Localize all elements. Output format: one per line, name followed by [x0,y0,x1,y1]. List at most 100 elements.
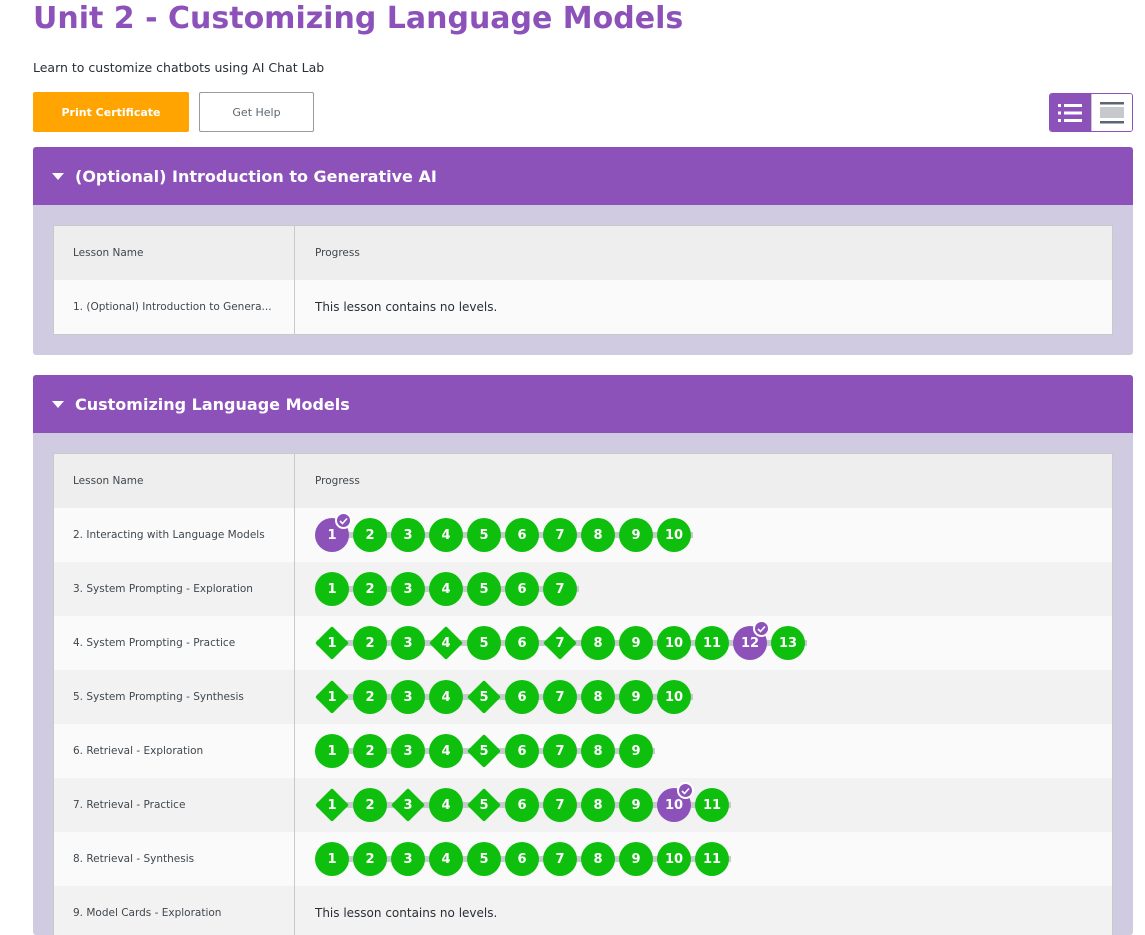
level-bubble[interactable]: 8 [581,842,615,876]
level-number: 7 [555,527,565,543]
level-bubble[interactable]: 10 [657,680,691,714]
list-view-button[interactable] [1050,94,1091,131]
level-bubble[interactable]: 7 [543,518,577,552]
level-bubble[interactable]: 4 [429,626,463,660]
level-bubble[interactable]: 10 [657,782,694,822]
level-bubble[interactable]: 1 [315,572,349,606]
caret-down-icon [52,400,64,408]
level-bubble[interactable]: 8 [581,680,615,714]
level-number: 13 [778,635,798,651]
level-bubble[interactable]: 3 [391,572,425,606]
level-bubble[interactable]: 2 [353,572,387,606]
level-bubble[interactable]: 6 [505,788,539,822]
section-header[interactable]: (Optional) Introduction to Generative AI [33,147,1133,205]
level-bubble[interactable]: 5 [467,680,501,714]
level-number: 4 [441,743,451,759]
progress-bubbles: 1 2 3 4 5 6 7 8 9 10 [315,680,695,714]
level-bubble[interactable]: 10 [657,518,691,552]
section-intro-generative-ai: (Optional) Introduction to Generative AI… [33,147,1133,355]
level-bubble[interactable]: 6 [505,626,539,660]
lesson-name-link[interactable]: 5. System Prompting - Synthesis [54,670,295,724]
level-bubble[interactable]: 8 [581,626,615,660]
level-bubble[interactable]: 9 [619,518,653,552]
level-number: 6 [517,851,527,867]
level-bubble[interactable]: 12 [733,620,770,660]
level-bubble[interactable]: 4 [429,572,463,606]
level-bubble[interactable]: 7 [543,572,577,606]
level-bubble[interactable]: 5 [467,572,501,606]
level-bubble[interactable]: 8 [581,734,615,768]
level-bubble[interactable]: 1 [315,842,349,876]
level-bubble[interactable]: 5 [467,734,501,768]
level-bubble[interactable]: 3 [391,626,425,660]
level-bubble[interactable]: 5 [467,626,501,660]
lesson-name-link[interactable]: 7. Retrieval - Practice [54,778,295,832]
level-bubble[interactable]: 9 [619,734,653,768]
level-bubble[interactable]: 7 [543,842,577,876]
lesson-name-link[interactable]: 3. System Prompting - Exploration [54,562,295,616]
level-bubble[interactable]: 9 [619,680,653,714]
level-bubble[interactable]: 10 [657,842,691,876]
level-bubble[interactable]: 4 [429,518,463,552]
level-bubble[interactable]: 3 [391,680,425,714]
level-bubble[interactable]: 6 [505,518,539,552]
level-bubble[interactable]: 1 [315,680,349,714]
level-bubble[interactable]: 4 [429,734,463,768]
level-bubble[interactable]: 2 [353,842,387,876]
level-bubble[interactable]: 1 [315,512,352,552]
level-bubble[interactable]: 11 [695,842,729,876]
lesson-name-link[interactable]: 8. Retrieval - Synthesis [54,832,295,886]
level-bubble[interactable]: 9 [619,842,653,876]
lesson-name-link[interactable]: 9. Model Cards - Exploration [54,886,295,935]
level-bubble[interactable]: 7 [543,626,577,660]
level-bubble[interactable]: 1 [315,626,349,660]
level-number: 4 [441,635,451,651]
print-certificate-button[interactable]: Print Certificate [33,92,189,132]
level-bubble[interactable]: 6 [505,842,539,876]
level-number: 2 [365,527,375,543]
level-bubble[interactable]: 9 [619,626,653,660]
level-number: 11 [702,851,722,867]
level-bubble[interactable]: 4 [429,788,463,822]
level-bubble[interactable]: 6 [505,572,539,606]
level-bubble[interactable]: 2 [353,734,387,768]
level-bubble[interactable]: 1 [315,734,349,768]
level-bubble[interactable]: 9 [619,788,653,822]
level-bubble[interactable]: 3 [391,842,425,876]
get-help-button[interactable]: Get Help [199,92,314,132]
view-toggle [1049,93,1133,132]
level-number: 7 [555,797,565,813]
level-bubble[interactable]: 5 [467,788,501,822]
level-bubble[interactable]: 13 [771,626,805,660]
level-bubble[interactable]: 2 [353,788,387,822]
level-bubble[interactable]: 8 [581,788,615,822]
level-number: 5 [479,581,489,597]
level-bubble[interactable]: 3 [391,734,425,768]
level-bubble[interactable]: 6 [505,680,539,714]
level-bubble[interactable]: 1 [315,788,349,822]
section-header[interactable]: Customizing Language Models [33,375,1133,433]
level-bubble[interactable]: 3 [391,788,425,822]
level-bubble[interactable]: 6 [505,734,539,768]
summary-view-button[interactable] [1090,94,1132,131]
level-bubble[interactable]: 7 [543,680,577,714]
level-bubble[interactable]: 4 [429,680,463,714]
level-bubble[interactable]: 7 [543,734,577,768]
level-bubble[interactable]: 11 [695,788,729,822]
lesson-name-link[interactable]: 1. (Optional) Introduction to Genera... [54,280,295,334]
lesson-name-link[interactable]: 2. Interacting with Language Models [54,508,295,562]
level-bubble[interactable]: 3 [391,518,425,552]
level-bubble[interactable]: 5 [467,518,501,552]
level-number: 2 [365,797,375,813]
level-bubble[interactable]: 7 [543,788,577,822]
level-bubble[interactable]: 2 [353,626,387,660]
level-bubble[interactable]: 4 [429,842,463,876]
lesson-name-link[interactable]: 4. System Prompting - Practice [54,616,295,670]
level-bubble[interactable]: 11 [695,626,729,660]
lesson-name-link[interactable]: 6. Retrieval - Exploration [54,724,295,778]
level-bubble[interactable]: 5 [467,842,501,876]
level-bubble[interactable]: 8 [581,518,615,552]
level-bubble[interactable]: 2 [353,680,387,714]
level-bubble[interactable]: 2 [353,518,387,552]
level-bubble[interactable]: 10 [657,626,691,660]
